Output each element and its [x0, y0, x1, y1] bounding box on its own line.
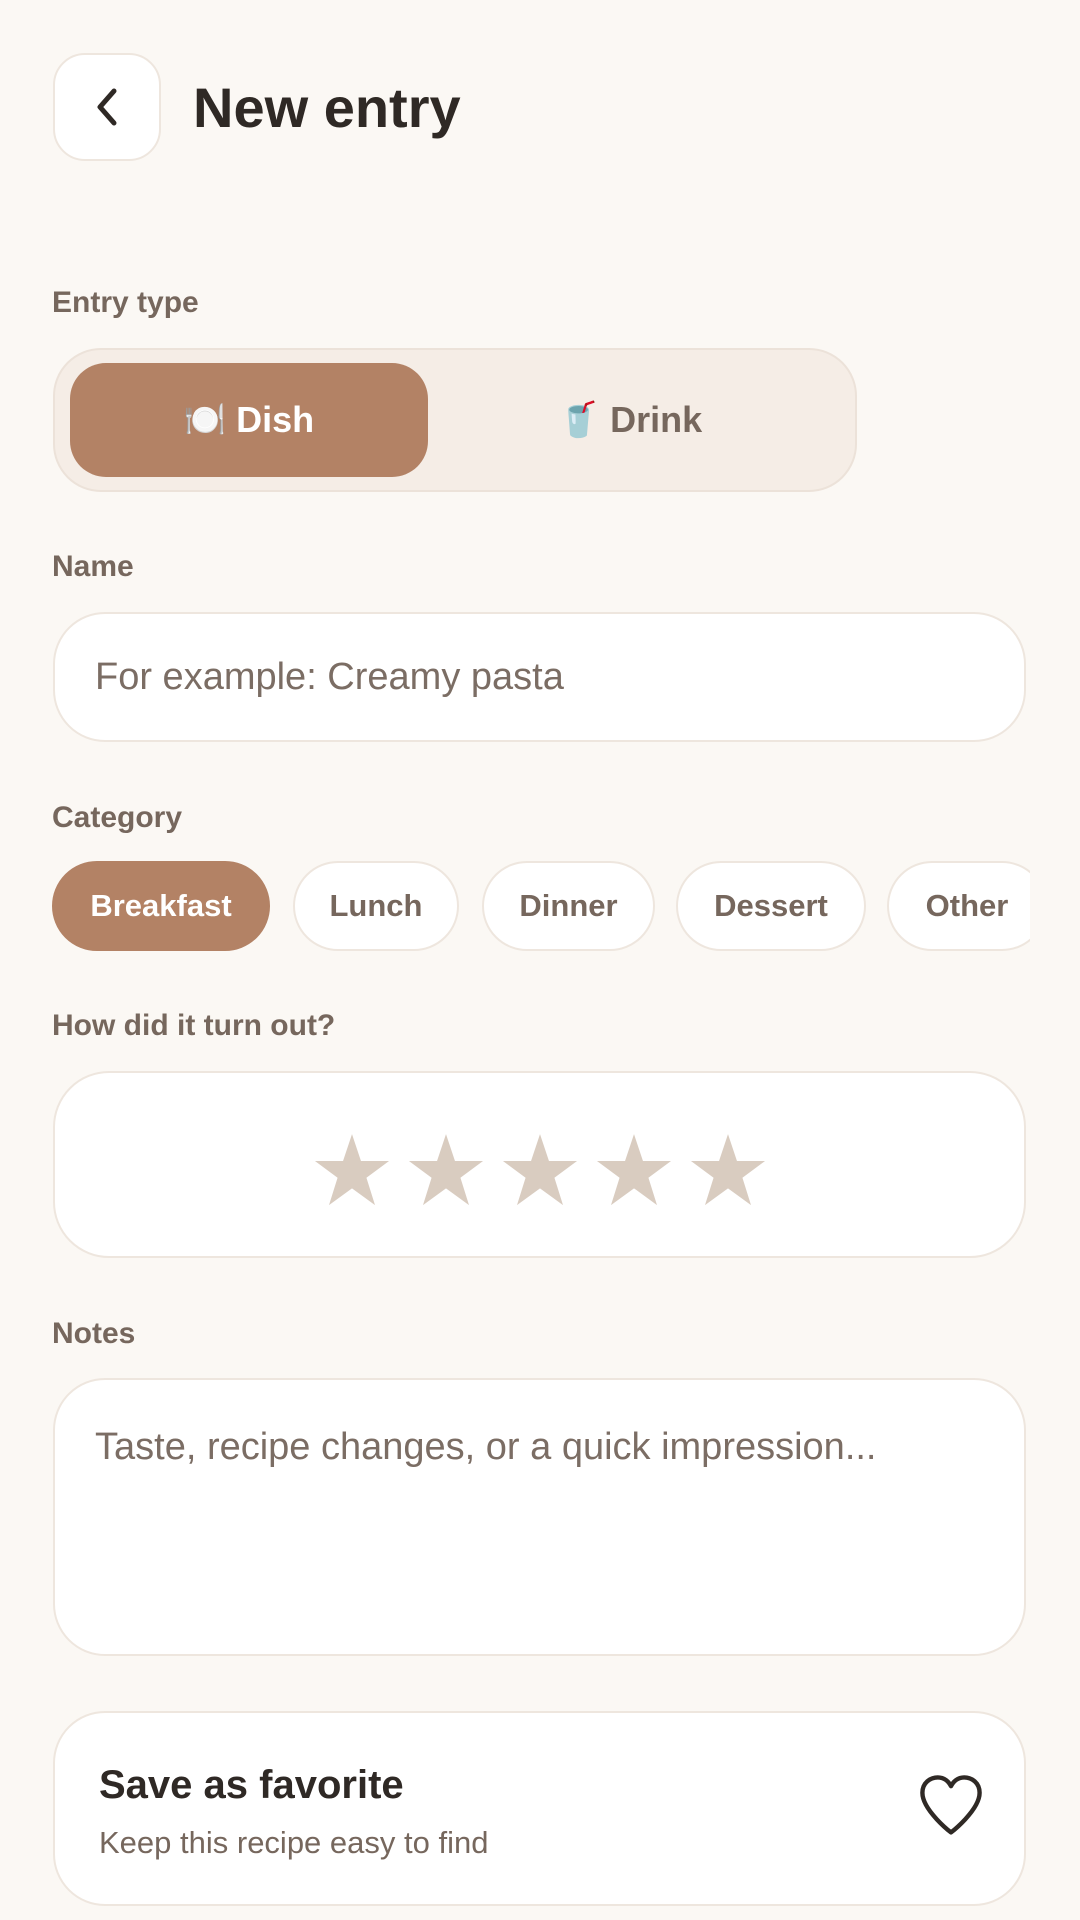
- name-input[interactable]: [55, 614, 1024, 740]
- star-rating: [55, 1073, 1024, 1256]
- notes-label: Notes: [52, 1317, 136, 1350]
- star-3-icon[interactable]: [501, 1131, 579, 1209]
- star-4-icon[interactable]: [595, 1131, 673, 1209]
- category-label: Category: [52, 801, 183, 834]
- favorite-title: Save as favorite: [99, 1763, 404, 1807]
- favorite-card[interactable]: Save as favorite Keep this recipe easy t…: [53, 1711, 1026, 1906]
- cup-icon: 🥤: [557, 401, 601, 439]
- page-title: New entry: [193, 75, 461, 139]
- star-5-icon[interactable]: [689, 1131, 767, 1209]
- category-chip-dessert[interactable]: Dessert: [676, 861, 866, 951]
- favorite-subtitle: Keep this recipe easy to find: [99, 1825, 489, 1860]
- name-field-container: [53, 612, 1026, 742]
- star-1-icon[interactable]: [313, 1131, 391, 1209]
- notes-textarea[interactable]: [55, 1380, 1024, 1652]
- plate-icon: 🍽️: [183, 401, 227, 439]
- entry-type-dish-label: Dish: [236, 399, 315, 440]
- entry-type-toggle: 🍽️ Dish 🥤 Drink: [53, 348, 857, 492]
- category-chip-lunch[interactable]: Lunch: [293, 861, 459, 951]
- category-chip-other[interactable]: Other: [887, 861, 1030, 951]
- entry-type-label: Entry type: [52, 286, 199, 319]
- chevron-left-icon: [97, 88, 117, 126]
- entry-type-drink-label: Drink: [610, 399, 703, 440]
- notes-field-container: [53, 1378, 1026, 1656]
- entry-type-drink-option[interactable]: 🥤 Drink: [451, 363, 809, 477]
- category-chip-list: Breakfast Lunch Dinner Dessert Other: [52, 861, 1030, 951]
- heart-icon[interactable]: [918, 1773, 984, 1839]
- category-chip-dinner[interactable]: Dinner: [482, 861, 655, 951]
- header: New entry: [53, 53, 461, 161]
- rating-label: How did it turn out?: [52, 1009, 336, 1042]
- star-2-icon[interactable]: [407, 1131, 485, 1209]
- rating-card: [53, 1071, 1026, 1258]
- name-label: Name: [52, 550, 134, 583]
- entry-type-dish-option[interactable]: 🍽️ Dish: [70, 363, 428, 477]
- category-chip-breakfast[interactable]: Breakfast: [52, 861, 270, 951]
- back-button[interactable]: [53, 53, 161, 161]
